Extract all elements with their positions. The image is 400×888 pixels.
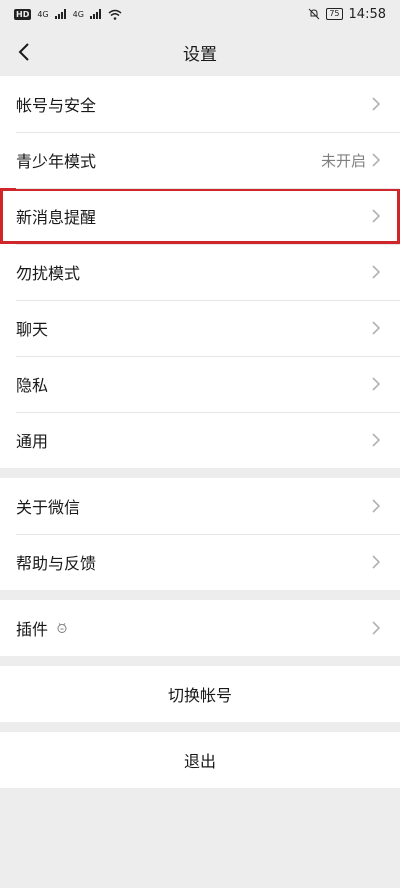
switch-account-label: 切换帐号 [167, 686, 232, 705]
item-label: 帮助与反馈 [16, 554, 97, 573]
item-label: 隐私 [16, 376, 49, 395]
clock: 14:58 [348, 6, 386, 22]
back-icon [18, 43, 29, 61]
settings-item-account-security[interactable]: 帐号与安全 [0, 76, 400, 132]
chevron-right-icon [372, 264, 384, 280]
item-label-wrap: 插件 [16, 616, 68, 640]
chevron-right-icon [372, 152, 384, 168]
item-label: 青少年模式 [16, 152, 97, 171]
signal-icon-2 [89, 9, 101, 19]
chevron-right-icon [372, 208, 384, 224]
teen-mode-status: 未开启 [320, 151, 366, 170]
item-label: 聊天 [16, 320, 49, 339]
item-right: 未开启 [321, 150, 384, 171]
chevron-right-icon [372, 498, 384, 514]
page-title: 设置 [183, 44, 217, 65]
chevron-right-icon [372, 620, 384, 636]
settings-item-help-feedback[interactable]: 帮助与反馈 [0, 534, 400, 590]
back-button[interactable] [10, 38, 38, 66]
item-label: 插件 [16, 620, 49, 639]
chevron-right-icon [372, 554, 384, 570]
item-label: 帐号与安全 [16, 96, 97, 115]
signal-icon [54, 9, 66, 19]
settings-item-new-message-notification[interactable]: 新消息提醒 [0, 188, 400, 244]
navigation-bar: 设置 [0, 28, 400, 76]
switch-account-button[interactable]: 切换帐号 [0, 666, 400, 722]
section-divider [0, 590, 400, 600]
status-bar-left: HD 4G 4G [14, 8, 122, 20]
network-indicator-2: 4G [72, 9, 84, 19]
settings-item-do-not-disturb[interactable]: 勿扰模式 [0, 244, 400, 300]
plugin-icon [56, 622, 68, 634]
chevron-right-icon [372, 376, 384, 392]
item-label: 新消息提醒 [16, 208, 97, 227]
status-bar: HD 4G 4G 75 14:58 [0, 0, 400, 28]
chevron-right-icon [372, 320, 384, 336]
settings-group-plugins: 插件 [0, 600, 400, 656]
settings-item-general[interactable]: 通用 [0, 412, 400, 468]
hd-badge: HD [14, 8, 32, 20]
network-indicator-1: 4G [37, 9, 49, 19]
section-divider [0, 468, 400, 478]
item-label: 勿扰模式 [16, 264, 81, 283]
item-label: 通用 [16, 432, 49, 451]
chevron-right-icon [372, 432, 384, 448]
status-bar-right: 75 14:58 [308, 7, 386, 22]
settings-item-chat[interactable]: 聊天 [0, 300, 400, 356]
logout-button[interactable]: 退出 [0, 732, 400, 788]
settings-group-main: 帐号与安全 青少年模式 未开启 新消息提醒 勿扰模式 聊天 隐私 通用 [0, 76, 400, 468]
wifi-icon [108, 9, 122, 20]
settings-item-privacy[interactable]: 隐私 [0, 356, 400, 412]
mute-bell-icon [308, 8, 320, 20]
battery-icon: 75 [326, 8, 343, 20]
section-divider [0, 722, 400, 732]
logout-label: 退出 [183, 752, 216, 771]
item-label: 关于微信 [16, 498, 81, 517]
section-divider [0, 656, 400, 666]
settings-group-about: 关于微信 帮助与反馈 [0, 478, 400, 590]
settings-item-plugins[interactable]: 插件 [0, 600, 400, 656]
settings-item-about-wechat[interactable]: 关于微信 [0, 478, 400, 534]
settings-item-teen-mode[interactable]: 青少年模式 未开启 [0, 132, 400, 188]
chevron-right-icon [372, 96, 384, 112]
